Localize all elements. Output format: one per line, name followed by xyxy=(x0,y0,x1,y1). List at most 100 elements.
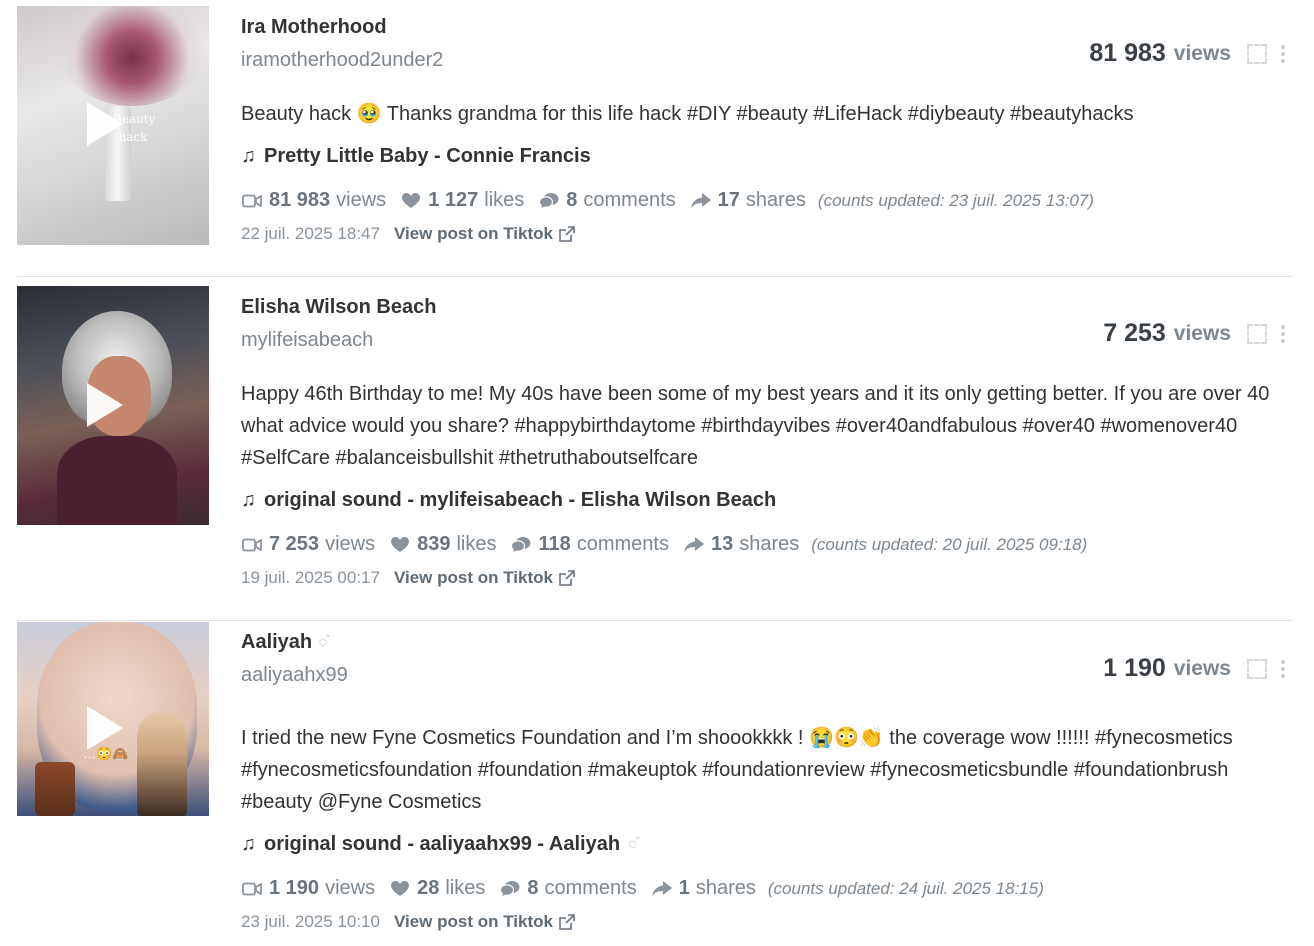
stat-views: 81 983 views xyxy=(241,189,386,212)
stat-comments-value: 8 xyxy=(566,189,578,211)
post-meta: 23 juil. 2025 10:10 View post on Tiktok xyxy=(241,912,575,932)
play-icon[interactable] xyxy=(87,102,123,146)
views-count: 81 983 xyxy=(1089,39,1166,67)
stat-shares: 13 shares xyxy=(683,533,799,556)
post-thumbnail[interactable]: Beauty hack xyxy=(17,6,209,245)
divider xyxy=(17,276,1293,277)
verified-badge-icon: ○̊ xyxy=(628,835,638,853)
expand-icon[interactable] xyxy=(1247,658,1267,679)
author-name-text: Ira Motherhood xyxy=(241,16,387,38)
stat-views-label: views xyxy=(325,877,376,899)
external-link-icon xyxy=(559,226,575,242)
video-camera-icon xyxy=(241,882,263,896)
post-card: Beauty hack Ira Motherhood iramotherhood… xyxy=(17,6,1293,276)
view-post-link[interactable]: View post on Tiktok xyxy=(394,568,575,588)
heart-icon xyxy=(400,192,422,209)
stat-likes-value: 1 127 xyxy=(428,189,479,211)
play-icon[interactable] xyxy=(87,706,123,750)
more-vertical-icon[interactable] xyxy=(1281,44,1285,63)
stat-views-value: 81 983 xyxy=(269,189,331,211)
stat-likes: 839 likes xyxy=(389,533,496,556)
stat-likes: 1 127 likes xyxy=(400,189,524,212)
share-arrow-icon xyxy=(690,192,712,209)
counts-updated: (counts updated: 24 juil. 2025 18:15) xyxy=(768,879,1044,899)
music-track: ♫ original sound - mylifeisabeach - Elis… xyxy=(241,489,776,512)
stat-shares-value: 13 xyxy=(710,533,734,555)
video-camera-icon xyxy=(241,194,263,208)
views-count: 1 190 xyxy=(1103,654,1166,682)
post-stats: 1 190 views 28 likes 8 comments 1 shares (co… xyxy=(241,877,1044,900)
stat-shares: 17 shares xyxy=(690,189,806,212)
stat-views-value: 1 190 xyxy=(269,877,320,899)
expand-icon[interactable] xyxy=(1247,323,1267,344)
author-name[interactable]: Elisha Wilson Beach xyxy=(241,296,436,319)
play-icon[interactable] xyxy=(87,383,123,427)
counts-updated-prefix: (counts updated: xyxy=(767,878,900,898)
more-vertical-icon[interactable] xyxy=(1281,324,1285,343)
stat-shares-value: 1 xyxy=(678,877,690,899)
post-description: I tried the new Fyne Cosmetics Foundatio… xyxy=(241,727,1233,813)
stat-shares-label: shares xyxy=(739,533,800,555)
music-note-icon: ♫ xyxy=(241,145,256,167)
stat-comments: 8 comments xyxy=(499,877,637,900)
more-vertical-icon[interactable] xyxy=(1281,659,1285,678)
music-title: Pretty Little Baby - Connie Francis xyxy=(264,145,591,167)
stat-likes-value: 28 xyxy=(417,877,440,899)
author-name[interactable]: Aaliyah ○̊ xyxy=(241,631,328,654)
stat-comments: 118 comments xyxy=(510,533,669,556)
post-content: Ira Motherhood iramotherhood2under2 81 9… xyxy=(241,6,1293,276)
stat-comments-value: 8 xyxy=(527,877,539,899)
post-card: …😳🙈 Aaliyah ○̊ aaliyaahx99 1 190 views I … xyxy=(17,621,1293,946)
stat-views-label: views xyxy=(325,533,376,555)
author-handle[interactable]: mylifeisabeach xyxy=(241,329,373,352)
author-name[interactable]: Ira Motherhood xyxy=(241,16,387,39)
counts-updated-suffix: ) xyxy=(1038,878,1044,898)
stat-comments-label: comments xyxy=(576,533,669,555)
stat-views-label: views xyxy=(336,189,387,211)
views-summary: 1 190 views xyxy=(1103,654,1285,683)
author-name-text: Aaliyah xyxy=(241,631,313,653)
post-thumbnail[interactable]: …😳🙈 xyxy=(17,622,209,816)
counts-updated-prefix: (counts updated: xyxy=(811,534,943,554)
post-content: Elisha Wilson Beach mylifeisabeach 7 253… xyxy=(241,286,1293,620)
video-camera-icon xyxy=(241,538,263,552)
share-arrow-icon xyxy=(651,880,673,897)
comment-icon xyxy=(499,880,521,898)
expand-icon[interactable] xyxy=(1247,43,1267,64)
counts-updated-prefix: (counts updated: xyxy=(817,190,950,210)
views-summary: 81 983 views xyxy=(1089,39,1285,68)
author-handle[interactable]: aaliyaahx99 xyxy=(241,664,348,687)
comment-icon xyxy=(538,192,560,210)
post-meta: 22 juil. 2025 18:47 View post on Tiktok xyxy=(241,224,575,244)
external-link-icon xyxy=(559,914,575,930)
stat-shares-label: shares xyxy=(695,877,756,899)
stat-likes: 28 likes xyxy=(389,877,485,900)
counts-updated-suffix: ) xyxy=(1081,534,1088,554)
music-track: ♫ Pretty Little Baby - Connie Francis xyxy=(241,145,591,168)
views-label: views xyxy=(1173,41,1231,65)
views-label: views xyxy=(1173,656,1231,680)
stat-comments: 8 comments xyxy=(538,189,676,212)
post-stats: 7 253 views 839 likes 118 comments 13 shares… xyxy=(241,533,1087,556)
counts-updated-suffix: ) xyxy=(1088,190,1094,210)
stat-comments-value: 118 xyxy=(538,533,571,555)
post-description: Happy 46th Birthday to me! My 40s have b… xyxy=(241,383,1270,469)
verified-badge-icon: ○̊ xyxy=(318,633,328,651)
music-title: original sound - mylifeisabeach - Elisha… xyxy=(264,489,777,511)
post-stats: 81 983 views 1 127 likes 8 comments 17 share… xyxy=(241,189,1094,212)
views-summary: 7 253 views xyxy=(1103,319,1285,348)
stat-likes-label: likes xyxy=(484,189,525,211)
heart-icon xyxy=(389,536,411,553)
view-post-link[interactable]: View post on Tiktok xyxy=(394,224,575,244)
post-thumbnail[interactable] xyxy=(17,286,209,525)
views-count: 7 253 xyxy=(1103,319,1166,347)
stat-views: 7 253 views xyxy=(241,533,375,556)
counts-updated-date: 23 juil. 2025 13:07 xyxy=(949,190,1089,210)
stat-comments-label: comments xyxy=(583,189,676,211)
stat-shares: 1 shares xyxy=(651,877,756,900)
music-note-icon: ♫ xyxy=(241,833,256,855)
author-handle[interactable]: iramotherhood2under2 xyxy=(241,49,443,72)
view-post-link[interactable]: View post on Tiktok xyxy=(394,912,575,932)
post-description: Beauty hack 🥹 Thanks grandma for this li… xyxy=(241,103,1134,125)
share-arrow-icon xyxy=(683,536,705,553)
